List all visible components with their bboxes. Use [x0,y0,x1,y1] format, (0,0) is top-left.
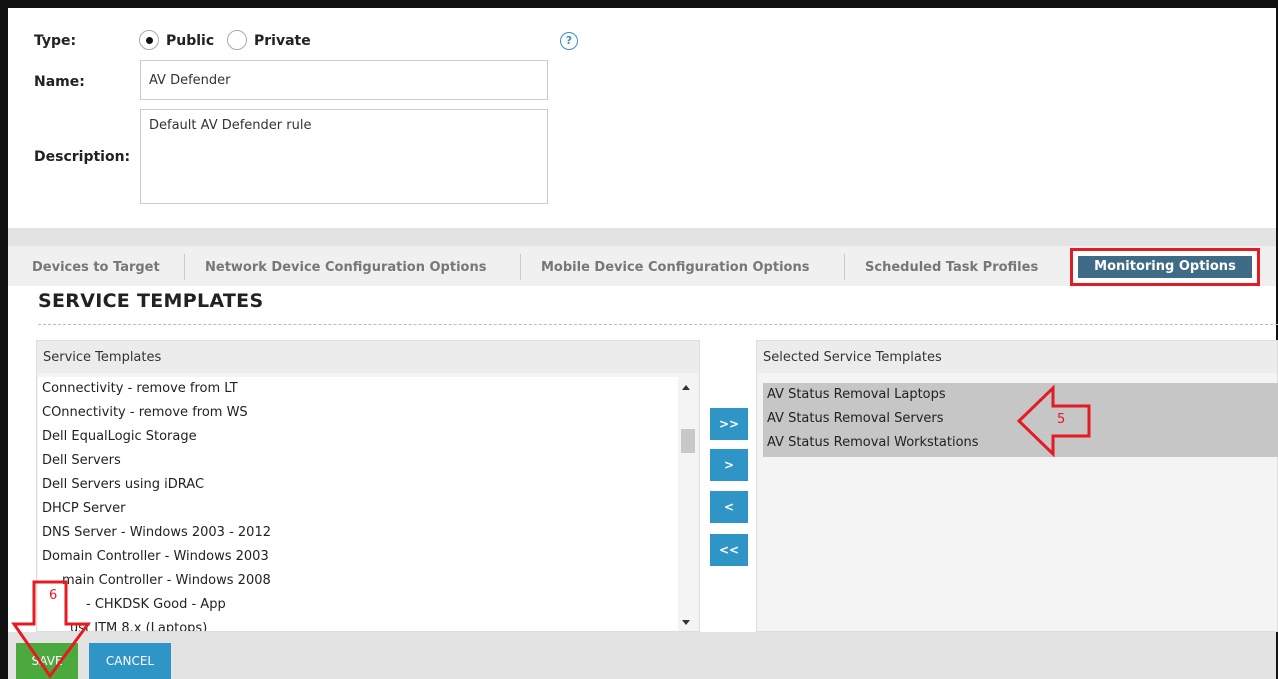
tab-network-device-configuration[interactable]: Network Device Configuration Options [205,254,486,282]
name-input[interactable]: AV Defender [140,60,548,100]
description-label: Description: [34,149,131,165]
add-all-button[interactable]: >> [710,408,748,440]
add-button[interactable]: > [710,449,748,481]
available-templates-panel: Service Templates Connectivity - remove … [36,340,700,632]
tab-separator [184,254,185,280]
dashed-divider [38,324,1278,325]
list-scrollbar[interactable] [679,381,695,627]
type-label: Type: [34,33,77,49]
name-label: Name: [34,74,85,90]
list-item[interactable]: Dell Servers [38,449,678,473]
scroll-thumb[interactable] [681,429,695,453]
annotation-step-6: 6 [49,588,58,603]
list-item[interactable]: - CHKDSK Good - App [38,593,678,617]
available-templates-header: Service Templates [37,341,699,373]
list-item[interactable]: Domain Controller - Windows 2003 [38,545,678,569]
list-item[interactable]: Connectivity - remove from LT [38,377,678,401]
list-item[interactable]: Dell Servers using iDRAC [38,473,678,497]
remove-all-button[interactable]: << [710,534,748,566]
cancel-button[interactable]: CANCEL [89,643,171,679]
list-item[interactable]: main Controller - Windows 2008 [38,569,678,593]
tab-separator [520,254,521,280]
remove-button[interactable]: < [710,491,748,523]
action-bar [8,632,1276,679]
list-item[interactable]: Dell EqualLogic Storage [38,425,678,449]
tab-scheduled-task-profiles[interactable]: Scheduled Task Profiles [865,254,1038,282]
list-item[interactable]: DNS Server - Windows 2003 - 2012 [38,521,678,545]
available-templates-list[interactable]: Connectivity - remove from LT COnnectivi… [38,377,678,631]
selected-templates-header: Selected Service Templates [757,341,1277,373]
scroll-up-icon[interactable] [682,385,690,390]
radio-public[interactable] [139,30,159,50]
section-divider [8,228,1276,246]
tab-monitoring-options-highlight: Monitoring Options [1070,248,1260,286]
list-item[interactable]: COnnectivity - remove from WS [38,401,678,425]
tab-separator [844,254,845,280]
radio-private[interactable] [227,30,247,50]
tab-devices-to-target[interactable]: Devices to Target [32,254,160,282]
list-item[interactable]: ust ITM 8.x (Laptops) [38,617,678,631]
help-icon[interactable]: ? [560,32,578,50]
tab-monitoring-options[interactable]: Monitoring Options [1078,256,1252,278]
radio-private-label[interactable]: Private [254,33,311,49]
annotation-step-5: 5 [1057,412,1066,427]
annotation-arrow-left-icon [1016,384,1091,458]
tab-mobile-device-configuration[interactable]: Mobile Device Configuration Options [541,254,809,282]
list-item[interactable]: DHCP Server [38,497,678,521]
description-textarea[interactable]: Default AV Defender rule [140,109,548,204]
scroll-down-icon[interactable] [682,620,690,625]
radio-public-label[interactable]: Public [166,33,214,49]
section-title: SERVICE TEMPLATES [38,290,264,312]
